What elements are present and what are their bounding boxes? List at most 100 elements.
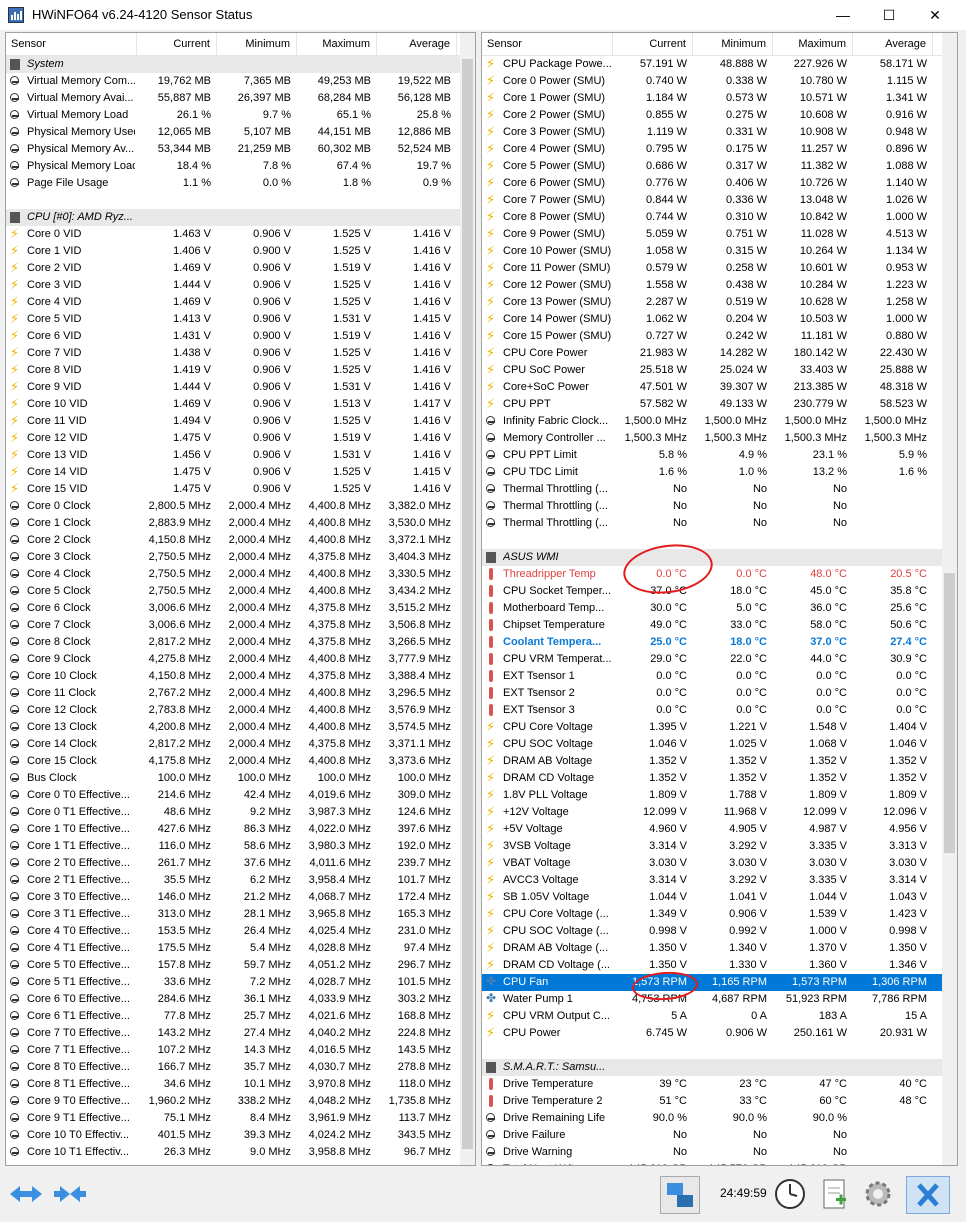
sensor-row[interactable]: Core 6 Clock 3,006.6 MHz 2,000.4 MHz 4,375.…: [6, 600, 475, 617]
sensor-row[interactable]: Total Host Writes145,610 GB145,576 GB145…: [482, 1161, 957, 1165]
sensor-row[interactable]: ⚡ CPU SoC Power 25.518 W 25.024 W 33.403 W 25…: [482, 362, 957, 379]
sensor-column-header-right[interactable]: Sensor: [482, 33, 613, 55]
sensor-row[interactable]: ⚡ CPU Core Voltage (... 1.349 V 0.906 V 1.53…: [482, 906, 957, 923]
sensor-row[interactable]: Core 5 T0 Effective... 157.8 MHz 59.7 MHz 4…: [6, 957, 475, 974]
left-sensor-pane[interactable]: Sensor Current Minimum Maximum Average S…: [5, 32, 476, 1166]
sensor-row[interactable]: Physical Memory Av... 53,344 MB 21,259 MB 6…: [6, 141, 475, 158]
sensor-row[interactable]: Drive Warning No No No: [482, 1144, 957, 1161]
sensor-row[interactable]: ⚡ Core 8 Power (SMU) 0.744 W 0.310 W 10.842 …: [482, 209, 957, 226]
sensor-row[interactable]: Core 0 Clock 2,800.5 MHz 2,000.4 MHz 4,400.…: [6, 498, 475, 515]
sensor-group-header[interactable]: System: [6, 56, 475, 73]
sensor-row[interactable]: Core 9 T0 Effective... 1,960.2 MHz 338.2 M…: [6, 1093, 475, 1110]
minimum-column-header[interactable]: Minimum: [217, 33, 297, 55]
sensor-row[interactable]: ⚡ Core 14 VID 1.475 V 0.906 V 1.525 V 1.415 V: [6, 464, 475, 481]
sensor-group-header[interactable]: S.M.A.R.T.: Samsu...: [482, 1059, 957, 1076]
sensor-row[interactable]: Core 4 Clock 2,750.5 MHz 2,000.4 MHz 4,400.…: [6, 566, 475, 583]
sensor-row[interactable]: ⚡ DRAM CD Voltage 1.352 V 1.352 V 1.352 V 1.3…: [482, 770, 957, 787]
sensor-row[interactable]: Thermal Throttling (... No No No: [482, 498, 957, 515]
sensor-row[interactable]: ⚡ Core 4 Power (SMU) 0.795 W 0.175 W 11.257 …: [482, 141, 957, 158]
maximum-column-header-right[interactable]: Maximum: [773, 33, 853, 55]
add-report-icon[interactable]: [816, 1176, 852, 1212]
sensor-row[interactable]: ⚡ Core 9 VID 1.444 V 0.906 V 1.531 V 1.416 V: [6, 379, 475, 396]
sensor-row[interactable]: Drive Temperature 39 °C 23 °C 47 °C 40 °C: [482, 1076, 957, 1093]
sensor-row[interactable]: ⚡ Core 2 VID 1.469 V 0.906 V 1.519 V 1.416 V: [6, 260, 475, 277]
sensor-row[interactable]: ⚡ CPU Power 6.745 W 0.906 W 250.161 W 20.931 …: [482, 1025, 957, 1042]
sensor-row[interactable]: ⚡ +5V Voltage 4.960 V 4.905 V 4.987 V 4.956 V: [482, 821, 957, 838]
sensor-row[interactable]: ⚡ DRAM AB Voltage 1.352 V 1.352 V 1.352 V 1.3…: [482, 753, 957, 770]
sensor-row[interactable]: Virtual Memory Load 26.1 % 9.7 % 65.1 % 25.8…: [6, 107, 475, 124]
sensor-row[interactable]: Bus Clock 100.0 MHz 100.0 MHz 100.0 MHz 100.…: [6, 770, 475, 787]
sensor-row[interactable]: Core 2 T1 Effective... 35.5 MHz 6.2 MHz 3,9…: [6, 872, 475, 889]
sensor-row[interactable]: ⚡ Core 6 VID 1.431 V 0.900 V 1.519 V 1.416 V: [6, 328, 475, 345]
sensor-row[interactable]: ⚡ Core 10 VID 1.469 V 0.906 V 1.513 V 1.417 V: [6, 396, 475, 413]
sensor-row[interactable]: ⚡ CPU SOC Voltage (... 0.998 V 0.992 V 1.000…: [482, 923, 957, 940]
sensor-row[interactable]: Core 7 Clock 3,006.6 MHz 2,000.4 MHz 4,375.…: [6, 617, 475, 634]
sensor-row[interactable]: CPU PPT Limit 5.8 % 4.9 % 23.1 % 5.9 %: [482, 447, 957, 464]
sensor-row[interactable]: ⚡ Core 12 VID 1.475 V 0.906 V 1.519 V 1.416 V: [6, 430, 475, 447]
sensor-row[interactable]: Core 2 T0 Effective... 261.7 MHz 37.6 MHz 4…: [6, 855, 475, 872]
sensor-row[interactable]: Physical Memory Used 12,065 MB 5,107 MB 44,…: [6, 124, 475, 141]
sensor-row[interactable]: Core 4 T1 Effective... 175.5 MHz 5.4 MHz 4,…: [6, 940, 475, 957]
right-sensor-pane[interactable]: Sensor Current Minimum Maximum Average ⚡…: [481, 32, 958, 1166]
sensor-row[interactable]: CPU VRM Temperat... 29.0 °C 22.0 °C 44.0 °C…: [482, 651, 957, 668]
sensor-row[interactable]: ✤ CPU Fan 1,573 RPM 1,165 RPM 1,573 RPM 1,306…: [482, 974, 957, 991]
network-icon[interactable]: [660, 1176, 700, 1214]
sensor-row[interactable]: EXT Tsensor 3 0.0 °C 0.0 °C 0.0 °C 0.0 °C: [482, 702, 957, 719]
right-scrollbar-thumb[interactable]: [944, 573, 955, 853]
nav-left-right-icon[interactable]: [6, 1176, 46, 1212]
sensor-row[interactable]: Core 8 Clock 2,817.2 MHz 2,000.4 MHz 4,375.…: [6, 634, 475, 651]
sensor-row[interactable]: ⚡ Core 13 Power (SMU) 2.287 W 0.519 W 10.628…: [482, 294, 957, 311]
sensor-row[interactable]: ⚡ Core 2 Power (SMU) 0.855 W 0.275 W 10.608 …: [482, 107, 957, 124]
sensor-row[interactable]: Core 6 T0 Effective... 284.6 MHz 36.1 MHz 4…: [6, 991, 475, 1008]
sensor-row[interactable]: ⚡ Core 12 Power (SMU) 1.558 W 0.438 W 10.284…: [482, 277, 957, 294]
sensor-row[interactable]: Core 3 Clock 2,750.5 MHz 2,000.4 MHz 4,375.…: [6, 549, 475, 566]
left-scrollbar-thumb[interactable]: [462, 59, 473, 1149]
right-scrollbar[interactable]: [942, 33, 957, 1165]
sensor-row[interactable]: Core 9 T1 Effective... 75.1 MHz 8.4 MHz 3,9…: [6, 1110, 475, 1127]
clock-icon[interactable]: [772, 1176, 808, 1212]
sensor-row[interactable]: ⚡ CPU VRM Output C... 5 A 0 A 183 A 15 A: [482, 1008, 957, 1025]
sensor-row[interactable]: ⚡ Core 14 Power (SMU) 1.062 W 0.204 W 10.503…: [482, 311, 957, 328]
sensor-row[interactable]: ⚡ Core 1 VID 1.406 V 0.900 V 1.525 V 1.416 V: [6, 243, 475, 260]
sensor-row[interactable]: Core 7 T1 Effective... 107.2 MHz 14.3 MHz 4…: [6, 1042, 475, 1059]
sensor-row[interactable]: ⚡ 1.8V PLL Voltage 1.809 V 1.788 V 1.809 V 1.…: [482, 787, 957, 804]
sensor-row[interactable]: ⚡ 3VSB Voltage 3.314 V 3.292 V 3.335 V 3.313 …: [482, 838, 957, 855]
sensor-row[interactable]: ⚡ Core 15 VID 1.475 V 0.906 V 1.525 V 1.416 V: [6, 481, 475, 498]
sensor-row[interactable]: ⚡ Core 10 Power (SMU) 1.058 W 0.315 W 10.264…: [482, 243, 957, 260]
sensor-row[interactable]: Core 3 T0 Effective... 146.0 MHz 21.2 MHz 4…: [6, 889, 475, 906]
close-window-button[interactable]: ✕: [912, 0, 958, 30]
sensor-row[interactable]: Virtual Memory Avai... 55,887 MB 26,397 MB…: [6, 90, 475, 107]
sensor-row[interactable]: Coolant Tempera... 25.0 °C 18.0 °C 37.0 °C 2…: [482, 634, 957, 651]
sensor-row[interactable]: ⚡ Core 11 Power (SMU) 0.579 W 0.258 W 10.601…: [482, 260, 957, 277]
sensor-row[interactable]: ⚡ +12V Voltage 12.099 V 11.968 V 12.099 V 12.…: [482, 804, 957, 821]
sensor-column-header[interactable]: Sensor: [6, 33, 137, 55]
sensor-row[interactable]: ⚡ Core 1 Power (SMU) 1.184 W 0.573 W 10.571 …: [482, 90, 957, 107]
sensor-row[interactable]: Core 15 Clock 4,175.8 MHz 2,000.4 MHz 4,400…: [6, 753, 475, 770]
sensor-row[interactable]: Core 13 Clock 4,200.8 MHz 2,000.4 MHz 4,400…: [6, 719, 475, 736]
sensor-row[interactable]: Thermal Throttling (... No No No: [482, 481, 957, 498]
sensor-row[interactable]: ⚡ Core 5 Power (SMU) 0.686 W 0.317 W 11.382 …: [482, 158, 957, 175]
sensor-row[interactable]: ⚡ DRAM AB Voltage (... 1.350 V 1.340 V 1.370…: [482, 940, 957, 957]
minimum-column-header-right[interactable]: Minimum: [693, 33, 773, 55]
sensor-row[interactable]: ⚡ Core 0 VID 1.463 V 0.906 V 1.525 V 1.416 V: [6, 226, 475, 243]
current-column-header[interactable]: Current: [137, 33, 217, 55]
nav-right-left-icon[interactable]: [50, 1176, 90, 1212]
sensor-row[interactable]: Motherboard Temp... 30.0 °C 5.0 °C 36.0 °C 2…: [482, 600, 957, 617]
sensor-row[interactable]: Core 10 T0 Effectiv... 401.5 MHz 39.3 MHz 4…: [6, 1127, 475, 1144]
sensor-row[interactable]: ⚡ CPU Package Powe... 57.191 W 48.888 W 227.…: [482, 56, 957, 73]
sensor-row[interactable]: Core 1 Clock 2,883.9 MHz 2,000.4 MHz 4,400.…: [6, 515, 475, 532]
sensor-row[interactable]: ⚡ Core 0 Power (SMU) 0.740 W 0.338 W 10.780 …: [482, 73, 957, 90]
sensor-row[interactable]: ⚡ Core 11 VID 1.494 V 0.906 V 1.525 V 1.416 V: [6, 413, 475, 430]
sensor-row[interactable]: ⚡ Core+SoC Power 47.501 W 39.307 W 213.385 W…: [482, 379, 957, 396]
sensor-row[interactable]: ⚡ SB 1.05V Voltage 1.044 V 1.041 V 1.044 V 1.…: [482, 889, 957, 906]
left-scrollbar[interactable]: [460, 33, 475, 1165]
sensor-row[interactable]: EXT Tsensor 2 0.0 °C 0.0 °C 0.0 °C 0.0 °C: [482, 685, 957, 702]
sensor-row[interactable]: CPU Socket Temper... 37.0 °C 18.0 °C 45.0 °…: [482, 583, 957, 600]
sensor-row[interactable]: Core 5 Clock 2,750.5 MHz 2,000.4 MHz 4,400.…: [6, 583, 475, 600]
sensor-row[interactable]: CPU TDC Limit 1.6 % 1.0 % 13.2 % 1.6 %: [482, 464, 957, 481]
sensor-row[interactable]: ⚡ AVCC3 Voltage 3.314 V 3.292 V 3.335 V 3.314…: [482, 872, 957, 889]
sensor-row[interactable]: ⚡ Core 4 VID 1.469 V 0.906 V 1.525 V 1.416 V: [6, 294, 475, 311]
sensor-row[interactable]: Drive Failure No No No: [482, 1127, 957, 1144]
sensor-row[interactable]: Memory Controller ... 1,500.3 MHz 1,500.3 …: [482, 430, 957, 447]
sensor-row[interactable]: ⚡ Core 15 Power (SMU) 0.727 W 0.242 W 11.181…: [482, 328, 957, 345]
